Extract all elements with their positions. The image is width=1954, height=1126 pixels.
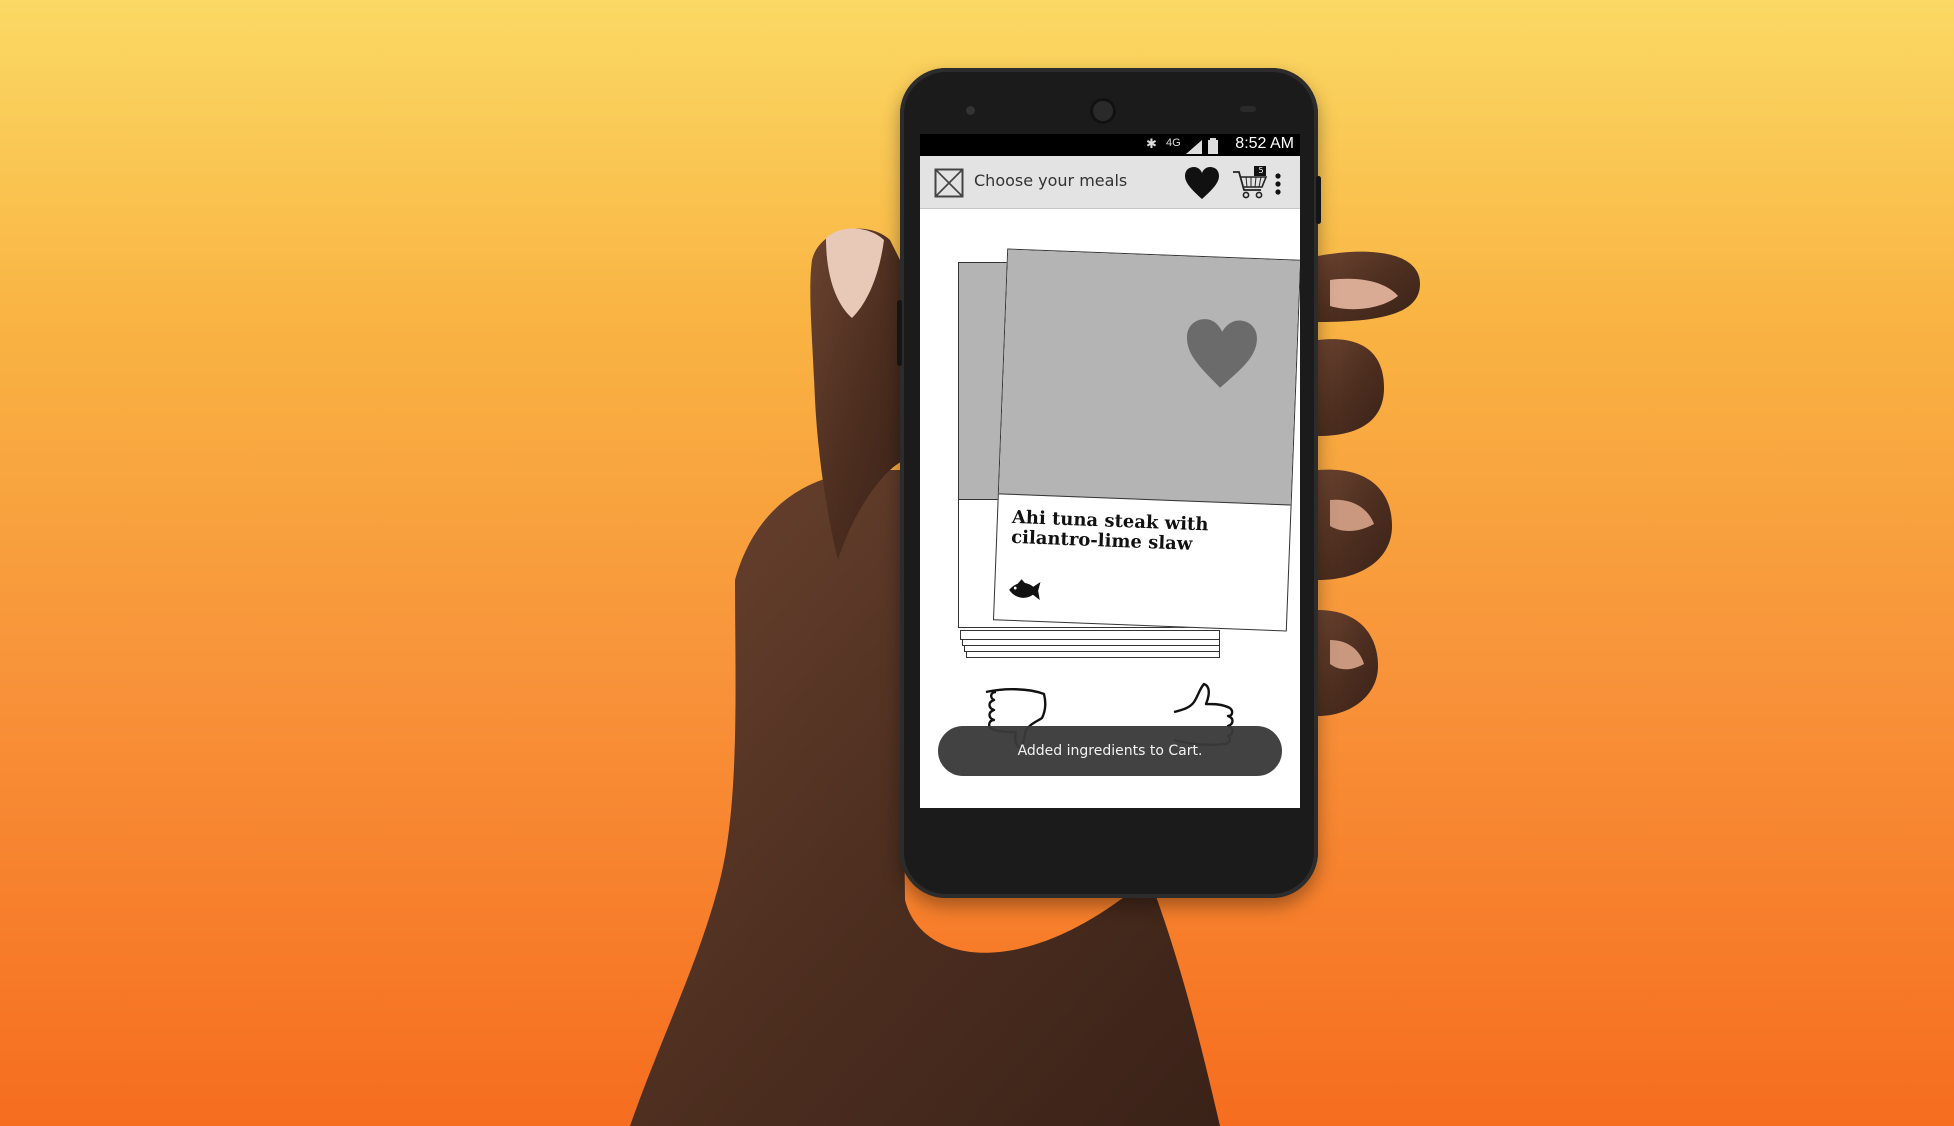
more-vert-icon[interactable] bbox=[1274, 172, 1282, 196]
notification-led bbox=[966, 106, 975, 115]
toast-text: Added ingredients to Cart. bbox=[1017, 743, 1203, 759]
app-bar: Choose your meals 5 bbox=[920, 156, 1300, 209]
power-button[interactable] bbox=[1316, 176, 1321, 224]
meal-card[interactable]: Ahi tuna steak with cilantro-lime slaw bbox=[992, 248, 1300, 632]
signal-icon bbox=[1186, 140, 1202, 154]
toast-message: Added ingredients to Cart. bbox=[938, 726, 1282, 776]
card-stack-layer bbox=[960, 630, 1220, 640]
fish-icon bbox=[1009, 579, 1041, 601]
page-title: Choose your meals bbox=[974, 171, 1128, 190]
image-placeholder-icon[interactable] bbox=[934, 168, 964, 198]
volume-button[interactable] bbox=[897, 300, 902, 366]
4g-lte-icon: 4G bbox=[1166, 137, 1181, 149]
battery-icon bbox=[1208, 138, 1218, 154]
meal-name: Ahi tuna steak with cilantro-lime slaw bbox=[1010, 506, 1209, 555]
phone-screen: ✱ 4G 8:52 AM Choose your meals 5 Ahi tun… bbox=[920, 134, 1300, 808]
proximity-sensor bbox=[1240, 106, 1256, 112]
bluetooth-icon: ✱ bbox=[1146, 136, 1157, 151]
status-time: 8:52 AM bbox=[1235, 135, 1294, 152]
status-bar: ✱ 4G 8:52 AM bbox=[920, 134, 1300, 156]
favorite-heart-icon[interactable] bbox=[1183, 316, 1260, 391]
favorites-heart-icon[interactable] bbox=[1184, 166, 1220, 200]
cart-count-badge: 5 bbox=[1258, 166, 1264, 175]
front-camera bbox=[1090, 98, 1116, 124]
